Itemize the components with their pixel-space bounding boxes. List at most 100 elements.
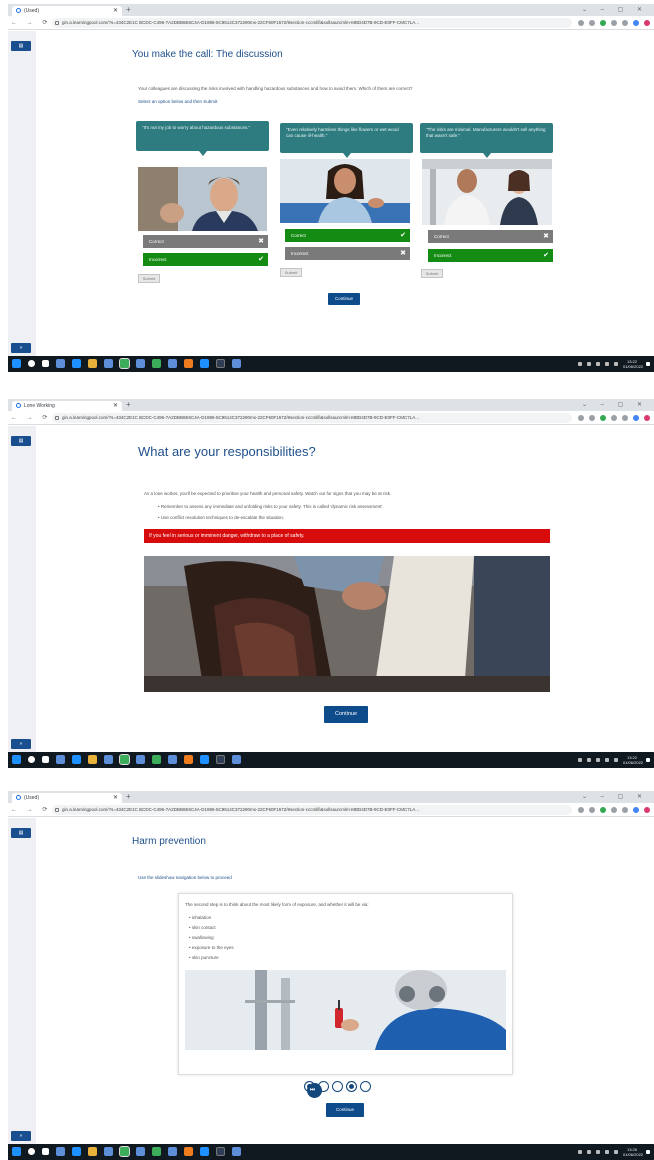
new-tab-icon[interactable]: +: [126, 792, 131, 802]
submit-button[interactable]: Submit: [138, 274, 160, 283]
notification-icon[interactable]: [646, 1150, 650, 1154]
app-icon[interactable]: [216, 755, 225, 764]
window-controls[interactable]: ⌄ – ▢ ✕: [582, 400, 648, 410]
tray-icon[interactable]: [578, 758, 582, 762]
submit-button[interactable]: Submit: [421, 269, 443, 278]
excel-icon[interactable]: [152, 755, 161, 764]
bookmark-star-icon[interactable]: [589, 20, 595, 26]
option-correct[interactable]: Correct ✖: [143, 235, 268, 248]
bookmark-star-icon[interactable]: [589, 807, 595, 813]
sidebar-expand-button[interactable]: »: [11, 739, 31, 749]
extension-icon[interactable]: [600, 20, 606, 26]
outlook-icon[interactable]: [136, 359, 145, 368]
file-explorer-icon[interactable]: [88, 1147, 97, 1156]
continue-button[interactable]: Continue: [328, 293, 360, 305]
outlook-icon[interactable]: [136, 755, 145, 764]
extension-icon[interactable]: [600, 807, 606, 813]
clock[interactable]: 13:22 01/06/2022: [623, 359, 643, 369]
start-icon[interactable]: [12, 359, 21, 368]
bookmark-star-icon[interactable]: [589, 415, 595, 421]
tab-close-icon[interactable]: ✕: [113, 793, 118, 803]
excel-icon[interactable]: [152, 1147, 161, 1156]
chrome-icon[interactable]: [119, 754, 130, 765]
notification-icon[interactable]: [646, 362, 650, 366]
address-bar[interactable]: gin.a.learningpool.com/?s=434C2E1C BCDC-…: [52, 18, 572, 28]
zoom-icon[interactable]: [578, 415, 584, 421]
option-incorrect[interactable]: Incorrect ✖: [285, 247, 410, 260]
new-tab-icon[interactable]: +: [126, 5, 131, 15]
app-icon[interactable]: [184, 1147, 193, 1156]
tray-icon[interactable]: [596, 1150, 600, 1154]
app-icon[interactable]: [56, 755, 65, 764]
extension-icon[interactable]: [633, 415, 639, 421]
app-icon[interactable]: [168, 755, 177, 764]
app-icon[interactable]: [200, 755, 209, 764]
app-icon[interactable]: [56, 1147, 65, 1156]
zoom-icon[interactable]: [578, 20, 584, 26]
excel-icon[interactable]: [152, 359, 161, 368]
extension-icon[interactable]: [622, 20, 628, 26]
chrome-icon[interactable]: [119, 1146, 130, 1157]
extension-icon[interactable]: [600, 415, 606, 421]
tray-icon[interactable]: [596, 362, 600, 366]
edge-icon[interactable]: [72, 359, 81, 368]
browser-tab[interactable]: (Used) ✕: [12, 6, 122, 16]
tray-icon[interactable]: [587, 758, 591, 762]
app-icon[interactable]: [216, 1147, 225, 1156]
sidebar-expand-button[interactable]: »: [11, 343, 31, 353]
tab-close-icon[interactable]: ✕: [113, 6, 118, 16]
search-icon[interactable]: [28, 1148, 35, 1155]
app-icon[interactable]: [168, 359, 177, 368]
tray-icon[interactable]: [587, 362, 591, 366]
sidebar-expand-button[interactable]: »: [11, 1131, 31, 1141]
clock[interactable]: 13:22 01/06/2022: [623, 755, 643, 765]
volume-icon[interactable]: [614, 758, 618, 762]
app-icon[interactable]: [200, 1147, 209, 1156]
browser-tab[interactable]: Lone Working ✕: [12, 401, 122, 411]
tray-icon[interactable]: [596, 758, 600, 762]
search-icon[interactable]: [28, 756, 35, 763]
task-view-icon[interactable]: [42, 1148, 49, 1155]
clock[interactable]: 13:26 01/06/2022: [623, 1147, 643, 1157]
wifi-icon[interactable]: [605, 362, 609, 366]
task-view-icon[interactable]: [42, 756, 49, 763]
menu-toggle-button[interactable]: ▤: [11, 828, 31, 838]
start-icon[interactable]: [12, 1147, 21, 1156]
slide-dot[interactable]: [360, 1081, 371, 1092]
slide-dot-active[interactable]: [346, 1081, 357, 1092]
store-icon[interactable]: [104, 755, 113, 764]
store-icon[interactable]: [104, 1147, 113, 1156]
extension-icon[interactable]: [611, 807, 617, 813]
nav-buttons[interactable]: ← → ⟳: [11, 805, 51, 815]
nav-buttons[interactable]: ← → ⟳: [11, 18, 51, 28]
window-controls[interactable]: ⌄ – ▢ ✕: [582, 792, 648, 802]
extension-icon[interactable]: [633, 807, 639, 813]
app-icon[interactable]: [184, 755, 193, 764]
app-icon[interactable]: [232, 359, 241, 368]
app-icon[interactable]: [56, 359, 65, 368]
tray-icon[interactable]: [587, 1150, 591, 1154]
edge-icon[interactable]: [72, 755, 81, 764]
app-icon[interactable]: [232, 755, 241, 764]
profile-avatar-icon[interactable]: [644, 415, 650, 421]
tray-icon[interactable]: [578, 362, 582, 366]
menu-toggle-button[interactable]: ▤: [11, 436, 31, 446]
chrome-icon[interactable]: [119, 358, 130, 369]
app-icon[interactable]: [232, 1147, 241, 1156]
file-explorer-icon[interactable]: [88, 755, 97, 764]
profile-avatar-icon[interactable]: [644, 20, 650, 26]
option-incorrect[interactable]: Incorrect ✔: [428, 249, 553, 262]
start-icon[interactable]: [12, 755, 21, 764]
extension-icon[interactable]: [611, 415, 617, 421]
new-tab-icon[interactable]: +: [126, 400, 131, 410]
option-correct[interactable]: Correct ✖: [428, 230, 553, 243]
browser-tab[interactable]: (Used) ✕: [12, 793, 122, 803]
window-controls[interactable]: ⌄ – ▢ ✕: [582, 5, 648, 15]
store-icon[interactable]: [104, 359, 113, 368]
task-view-icon[interactable]: [42, 360, 49, 367]
tab-close-icon[interactable]: ✕: [113, 401, 118, 411]
extension-icon[interactable]: [622, 415, 628, 421]
menu-toggle-button[interactable]: ▤: [11, 41, 31, 51]
app-icon[interactable]: [216, 359, 225, 368]
edge-icon[interactable]: [72, 1147, 81, 1156]
